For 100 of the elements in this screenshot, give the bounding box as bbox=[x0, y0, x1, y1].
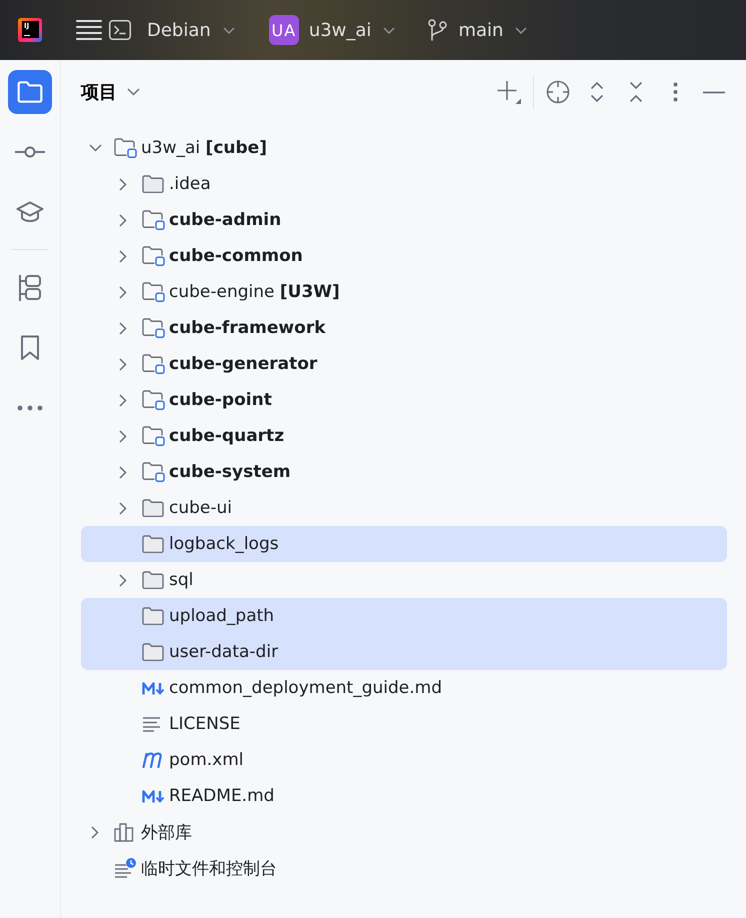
tree-row[interactable]: user-data-dir bbox=[81, 634, 727, 670]
chevron-down-icon[interactable] bbox=[88, 144, 102, 152]
chevron-right-icon[interactable] bbox=[119, 322, 127, 334]
chevron-down-icon bbox=[127, 88, 140, 96]
tree-item-label: pom.xml bbox=[169, 750, 244, 770]
tree-item-label: common_deployment_guide.md bbox=[169, 678, 442, 698]
tree-row[interactable]: cube-generator bbox=[81, 346, 727, 382]
markdown-icon bbox=[142, 790, 166, 802]
chevron-right-icon[interactable] bbox=[91, 826, 99, 838]
tree-item-label: .idea bbox=[169, 174, 211, 194]
tree-row[interactable]: cube-admin bbox=[81, 202, 727, 238]
tree-row[interactable]: cube-quartz bbox=[81, 418, 727, 454]
tree-row[interactable]: .idea bbox=[81, 166, 727, 202]
folder-icon bbox=[142, 498, 164, 518]
terminal-icon bbox=[109, 20, 131, 40]
project-initials-badge: UA bbox=[268, 15, 299, 45]
structure-icon bbox=[18, 274, 42, 302]
chevron-down-icon bbox=[222, 26, 235, 34]
tree-row[interactable]: common_deployment_guide.md bbox=[81, 670, 727, 706]
menu-icon bbox=[76, 20, 102, 40]
tree-item-label: 临时文件和控制台 bbox=[141, 858, 277, 880]
tree-item-label: LICENSE bbox=[169, 714, 240, 734]
chevron-right-icon[interactable] bbox=[119, 394, 127, 406]
tree-row[interactable]: cube-common bbox=[81, 238, 727, 274]
tree-item-label: cube-admin bbox=[169, 210, 282, 230]
tool-window-button[interactable] bbox=[8, 70, 52, 114]
tree-row[interactable]: LICENSE bbox=[81, 706, 727, 742]
folder-icon bbox=[142, 534, 164, 554]
markdown-icon bbox=[142, 682, 166, 694]
module-folder-icon bbox=[142, 282, 165, 302]
tree-item-label: cube-common bbox=[169, 246, 303, 266]
tree-item-label: README.md bbox=[169, 786, 274, 806]
folder-icon bbox=[17, 81, 43, 103]
more-vertical-icon bbox=[672, 82, 678, 102]
graduation-cap-icon bbox=[16, 200, 44, 224]
chevron-right-icon[interactable] bbox=[119, 574, 127, 586]
tree-item-label: u3w_ai [cube] bbox=[141, 138, 267, 158]
tree-row[interactable]: cube-point bbox=[81, 382, 727, 418]
italic-m-icon bbox=[142, 752, 164, 768]
expand-icon bbox=[590, 81, 604, 103]
chevron-right-icon[interactable] bbox=[119, 466, 127, 478]
folder-icon bbox=[142, 570, 164, 590]
tree-row[interactable]: upload_path bbox=[81, 598, 727, 634]
tree-row[interactable]: pom.xml bbox=[81, 742, 727, 778]
tree-item-label: sql bbox=[169, 570, 194, 590]
tree-item-label: cube-generator bbox=[169, 354, 318, 374]
chevron-right-icon[interactable] bbox=[119, 214, 127, 226]
tree-row[interactable]: u3w_ai [cube] bbox=[81, 130, 727, 166]
chevron-right-icon[interactable] bbox=[119, 178, 127, 190]
tree-row[interactable]: 临时文件和控制台 bbox=[81, 850, 727, 886]
module-folder-icon bbox=[142, 390, 165, 410]
tree-row[interactable]: cube-engine [U3W] bbox=[81, 274, 727, 310]
plus-icon bbox=[497, 80, 521, 104]
folder-icon bbox=[142, 642, 164, 662]
tree-row[interactable]: sql bbox=[81, 562, 727, 598]
tree-row[interactable]: README.md bbox=[81, 778, 727, 814]
tree-row[interactable]: cube-ui bbox=[81, 490, 727, 526]
tree-item-label: cube-system bbox=[169, 462, 291, 482]
module-folder-icon bbox=[114, 138, 137, 158]
tree-item-label: 外部库 bbox=[141, 822, 192, 844]
tree-item-label: cube-engine [U3W] bbox=[169, 282, 340, 302]
chevron-down-icon bbox=[383, 26, 396, 34]
chevron-right-icon[interactable] bbox=[119, 502, 127, 514]
tree-item-label: cube-framework bbox=[169, 318, 326, 338]
module-folder-icon bbox=[142, 210, 165, 230]
more-icon bbox=[17, 405, 43, 411]
chevron-right-icon[interactable] bbox=[119, 250, 127, 262]
chevron-right-icon[interactable] bbox=[119, 430, 127, 442]
tree-item-label: upload_path bbox=[169, 606, 274, 626]
tree-row[interactable]: cube-system bbox=[81, 454, 727, 490]
lines-clock-icon bbox=[114, 858, 136, 878]
main-menu-button[interactable] bbox=[76, 17, 102, 43]
tree-item-label: logback_logs bbox=[169, 534, 279, 554]
text-lines-icon bbox=[142, 716, 161, 732]
crosshair-icon bbox=[546, 80, 570, 104]
chevron-right-icon[interactable] bbox=[119, 358, 127, 370]
tree-item-label: user-data-dir bbox=[169, 642, 278, 662]
run-target-dropdown[interactable]: Debian bbox=[109, 12, 235, 48]
collapse-icon bbox=[629, 81, 643, 103]
chevron-right-icon[interactable] bbox=[119, 286, 127, 298]
branch-dropdown[interactable]: main bbox=[428, 12, 528, 48]
books-icon bbox=[114, 822, 134, 842]
tree-item-label: cube-quartz bbox=[169, 426, 284, 446]
module-folder-icon bbox=[142, 426, 165, 446]
project-view-dropdown[interactable]: 项目 bbox=[81, 77, 140, 107]
tree-row[interactable]: cube-framework bbox=[81, 310, 727, 346]
module-folder-icon bbox=[142, 246, 165, 266]
tree-row[interactable]: logback_logs bbox=[81, 526, 727, 562]
folder-icon bbox=[142, 174, 164, 194]
tree-row[interactable]: 外部库 bbox=[81, 814, 727, 850]
folder-icon bbox=[142, 606, 164, 626]
tree-item-label: cube-point bbox=[169, 390, 272, 410]
branch-icon bbox=[428, 19, 448, 41]
tree-item-label: cube-ui bbox=[169, 498, 232, 518]
module-folder-icon bbox=[142, 354, 165, 374]
project-dropdown[interactable]: UA u3w_ai bbox=[268, 12, 396, 48]
module-folder-icon bbox=[142, 318, 165, 338]
module-folder-icon bbox=[142, 462, 165, 482]
bookmark-icon bbox=[20, 335, 40, 361]
chevron-down-icon bbox=[515, 26, 528, 34]
